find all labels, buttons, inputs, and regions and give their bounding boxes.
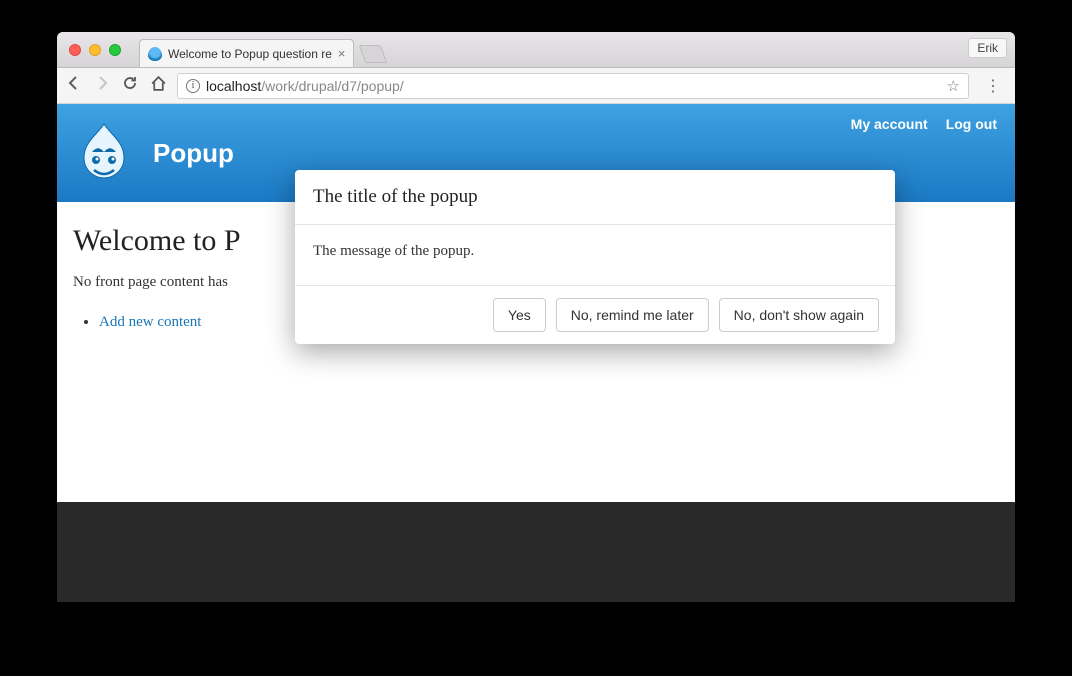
browser-menu-button[interactable]: ⋮ [979, 76, 1007, 96]
drupal-logo-icon[interactable] [75, 124, 133, 182]
dont-show-again-button[interactable]: No, don't show again [719, 298, 879, 332]
browser-window: Welcome to Popup question re × Erik i lo… [57, 32, 1015, 602]
dialog-button-row: Yes No, remind me later No, don't show a… [295, 285, 895, 344]
home-icon [150, 75, 167, 92]
close-window-button[interactable] [69, 44, 81, 56]
forward-button[interactable] [93, 75, 111, 96]
address-bar[interactable]: i localhost/work/drupal/d7/popup/ ☆ [177, 73, 969, 99]
back-button[interactable] [65, 75, 83, 96]
header-links: My account Log out [851, 116, 997, 132]
site-name[interactable]: Popup [153, 138, 234, 169]
url-path: /work/drupal/d7/popup/ [261, 78, 403, 94]
tab-title: Welcome to Popup question re [168, 47, 332, 61]
maximize-window-button[interactable] [109, 44, 121, 56]
close-tab-icon[interactable]: × [338, 46, 346, 61]
window-titlebar: Welcome to Popup question re × Erik [57, 32, 1015, 68]
popup-dialog: The title of the popup The message of th… [295, 170, 895, 344]
remind-later-button[interactable]: No, remind me later [556, 298, 709, 332]
drupal-favicon-icon [148, 47, 162, 61]
arrow-right-icon [94, 75, 110, 91]
traffic-lights [57, 44, 121, 56]
yes-button[interactable]: Yes [493, 298, 546, 332]
home-button[interactable] [149, 75, 167, 97]
new-tab-button[interactable] [359, 45, 388, 63]
arrow-left-icon [66, 75, 82, 91]
browser-tab[interactable]: Welcome to Popup question re × [139, 39, 354, 67]
browser-toolbar: i localhost/work/drupal/d7/popup/ ☆ ⋮ [57, 68, 1015, 104]
site-info-icon[interactable]: i [186, 79, 200, 93]
site-footer [57, 502, 1015, 602]
add-new-content-link[interactable]: Add new content [99, 314, 201, 330]
url-host: localhost [206, 78, 261, 94]
dialog-title: The title of the popup [295, 170, 895, 225]
log-out-link[interactable]: Log out [946, 116, 997, 132]
profile-chip[interactable]: Erik [968, 38, 1007, 58]
minimize-window-button[interactable] [89, 44, 101, 56]
dialog-message: The message of the popup. [295, 225, 895, 285]
bookmark-star-icon[interactable]: ☆ [947, 77, 960, 95]
url-text: localhost/work/drupal/d7/popup/ [206, 78, 404, 94]
reload-icon [122, 75, 138, 91]
reload-button[interactable] [121, 75, 139, 96]
my-account-link[interactable]: My account [851, 116, 928, 132]
